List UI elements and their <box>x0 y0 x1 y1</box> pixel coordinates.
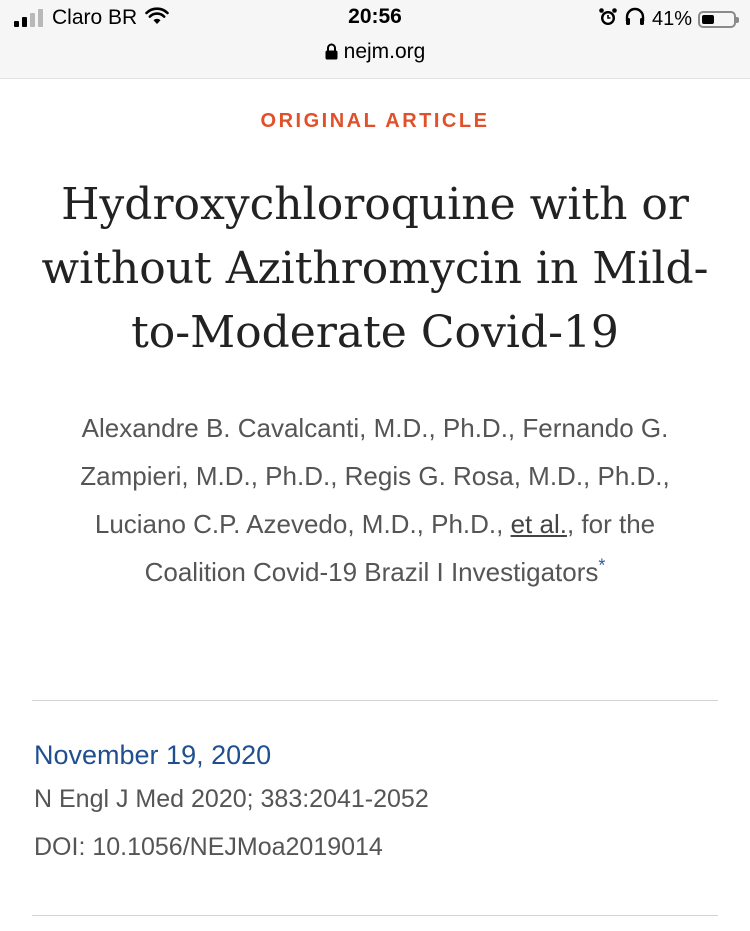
lock-icon <box>325 42 338 66</box>
footnote-asterisk-link[interactable]: * <box>598 555 605 575</box>
doi: DOI: 10.1056/NEJMoa2019014 <box>34 833 383 861</box>
battery-icon <box>698 11 739 28</box>
et-al-link[interactable]: et al. <box>511 509 567 539</box>
article-title: Hydroxychloroquine with or without Azith… <box>41 179 709 358</box>
publication-date-link[interactable]: November 19, 2020 <box>34 735 429 775</box>
battery-percent: 41% <box>651 8 692 30</box>
article-type-label: ORIGINAL ARTICLE <box>260 110 490 132</box>
status-right: 41% <box>598 7 739 32</box>
address-bar[interactable]: nejm.org <box>0 40 750 66</box>
headphones-icon <box>624 7 646 32</box>
url-text[interactable]: nejm.org <box>344 40 426 63</box>
status-bar: Claro BR 20:56 41% nejm.org <box>0 0 750 79</box>
battery-fill <box>702 15 714 24</box>
divider-bottom <box>32 915 718 916</box>
author-list: Alexandre B. Cavalcanti, M.D., Ph.D., Fe… <box>60 404 690 596</box>
divider-top <box>32 700 718 701</box>
alarm-icon <box>598 7 618 32</box>
article-meta: November 19, 2020 N Engl J Med 2020; 383… <box>34 735 429 871</box>
citation: N Engl J Med 2020; 383:2041-2052 <box>34 785 429 813</box>
